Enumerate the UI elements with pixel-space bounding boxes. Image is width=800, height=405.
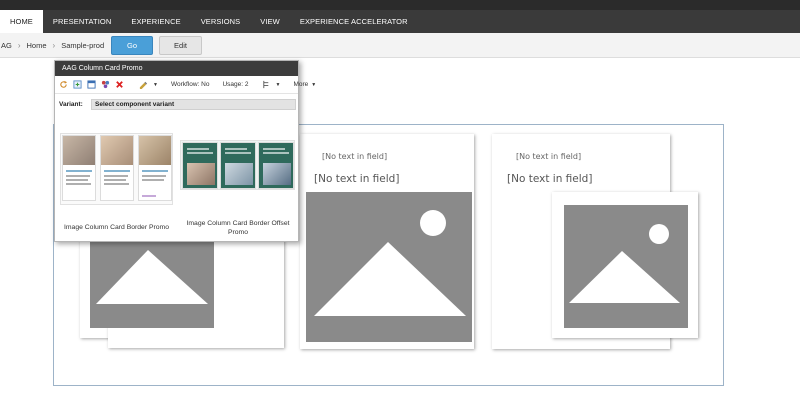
thumbnail-text-line — [66, 170, 92, 172]
thumbnail-text-line — [142, 170, 168, 172]
thumbnail-text-line — [104, 183, 129, 185]
image-placeholder-icon — [96, 250, 208, 304]
variant-thumbnail-border-promo[interactable] — [60, 133, 173, 205]
tab-experience[interactable]: EXPERIENCE — [121, 10, 190, 33]
variant-select[interactable]: Select component variant — [91, 98, 296, 110]
thumbnail-text-line — [104, 179, 126, 181]
thumbnail-text-line — [187, 152, 213, 154]
thumbnail-text-line — [142, 179, 164, 181]
thumbnail-card — [258, 142, 294, 189]
placeholder-text-large[interactable]: [No text in field] — [314, 173, 399, 185]
workflow-status[interactable]: Workflow: No — [171, 81, 210, 88]
datasource-icon[interactable] — [101, 80, 110, 89]
delete-icon[interactable] — [115, 80, 124, 89]
breadcrumb-item-ag[interactable]: AG — [1, 41, 12, 50]
breadcrumb-item-sample-prod[interactable]: Sample-prod — [61, 41, 104, 50]
edit-button[interactable]: Edit — [159, 36, 202, 55]
refresh-icon[interactable] — [59, 80, 68, 89]
thumbnail-text-line — [225, 152, 251, 154]
placeholder-text-small[interactable]: [No text in field] — [322, 152, 387, 161]
thumbnail-card — [220, 142, 256, 189]
usage-count[interactable]: Usage: 2 — [222, 81, 248, 88]
thumbnail-text-line — [66, 179, 88, 181]
tab-presentation[interactable]: PRESENTATION — [43, 10, 121, 33]
variant-thumbnail-border-offset-promo[interactable] — [180, 140, 295, 190]
tab-experience-accelerator[interactable]: EXPERIENCE ACCELERATOR — [290, 10, 418, 33]
thumbnail-link-line — [142, 195, 156, 197]
thumbnail-card — [138, 135, 172, 201]
thumbnail-photo — [263, 163, 291, 185]
panel-toolbar: ▼ Workflow: No Usage: 2 ▼ More ▼ — [55, 76, 316, 94]
thumbnail-text-line — [187, 148, 209, 150]
image-placeholder-1[interactable] — [90, 228, 214, 328]
tab-view[interactable]: VIEW — [250, 10, 290, 33]
image-placeholder-icon — [314, 210, 466, 316]
image-placeholder-icon — [569, 224, 680, 303]
thumbnail-photo — [225, 163, 253, 185]
thumbnail-card — [182, 142, 218, 189]
personalize-icon[interactable] — [139, 80, 148, 89]
thumbnail-text-line — [66, 183, 91, 185]
tab-versions[interactable]: VERSIONS — [191, 10, 251, 33]
ribbon-tabs: HOME PRESENTATION EXPERIENCE VERSIONS VI… — [0, 10, 800, 33]
thumbnail-text-line — [263, 152, 289, 154]
chevron-down-icon[interactable]: ▼ — [276, 82, 281, 88]
image-placeholder-3[interactable] — [564, 205, 688, 328]
thumbnail-photo — [63, 136, 95, 165]
go-button[interactable]: Go — [111, 36, 153, 55]
variant-label: Variant: — [59, 100, 83, 108]
tab-home[interactable]: HOME — [0, 10, 43, 33]
thumbnail-card — [100, 135, 134, 201]
window-top-strip — [0, 0, 800, 10]
component-variant-panel: AAG Column Card Promo ▼ Workflow: No Usa… — [54, 60, 316, 242]
thumbnail-photo — [187, 163, 215, 185]
thumbnail-text-line — [104, 170, 130, 172]
chevron-down-icon[interactable]: ▼ — [311, 82, 316, 88]
more-menu[interactable]: More — [293, 81, 308, 88]
insert-icon[interactable] — [73, 80, 82, 89]
chevron-down-icon[interactable]: ▼ — [153, 82, 158, 88]
layout-icon[interactable] — [262, 80, 271, 89]
placeholder-text-small[interactable]: [No text in field] — [516, 152, 581, 161]
image-placeholder-2[interactable] — [306, 192, 472, 342]
properties-icon[interactable] — [87, 80, 96, 89]
breadcrumb-item-home[interactable]: Home — [27, 41, 47, 50]
chevron-right-icon: › — [17, 40, 21, 50]
thumbnail-text-line — [142, 175, 166, 177]
thumbnail-photo — [139, 136, 171, 165]
thumbnail-text-line — [104, 175, 128, 177]
panel-title: AAG Column Card Promo — [55, 61, 298, 76]
thumbnail-text-line — [66, 175, 90, 177]
thumbnail-photo — [101, 136, 133, 165]
variant-caption[interactable]: Image Column Card Border Promo — [60, 224, 173, 233]
thumbnail-text-line — [263, 148, 285, 150]
variant-row: Variant: Select component variant — [55, 98, 300, 110]
variant-caption[interactable]: Image Column Card Border Offset Promo — [181, 220, 295, 237]
thumbnail-card — [62, 135, 96, 201]
placeholder-text-large[interactable]: [No text in field] — [507, 173, 592, 185]
chevron-right-icon: › — [52, 40, 56, 50]
thumbnail-text-line — [225, 148, 247, 150]
